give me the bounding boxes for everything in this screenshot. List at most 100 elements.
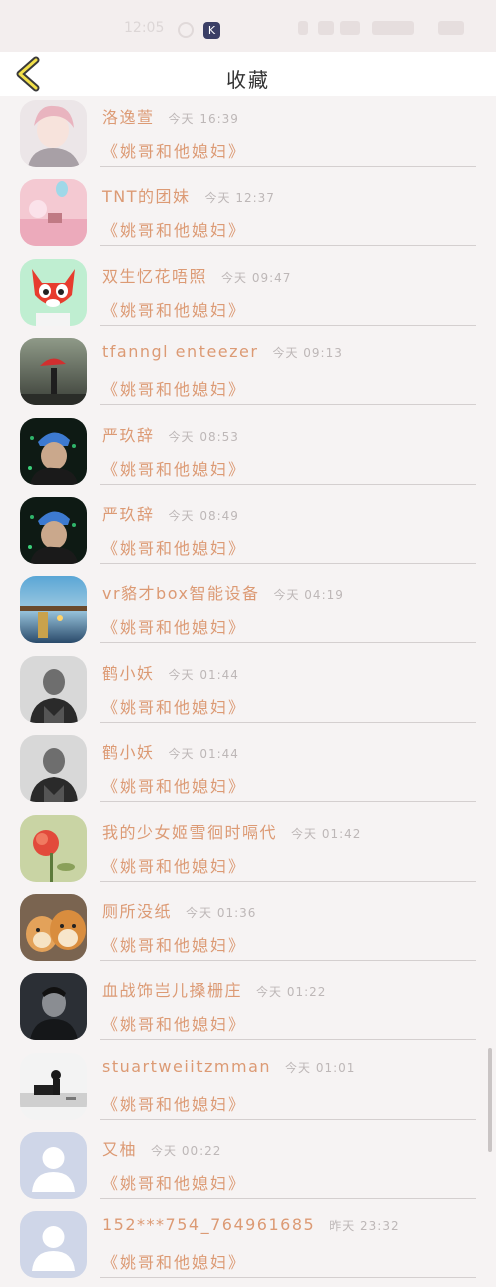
user-name-text: 152***754_764961685 (102, 1215, 316, 1235)
favorite-item[interactable]: vr貉才box智能设备 今天 04:19 《姚哥和他媳妇》 (0, 572, 496, 651)
user-name[interactable]: 严玖辞 今天 08:53 (102, 422, 239, 446)
favorite-title-link[interactable]: 《姚哥和他媳妇》 (102, 1011, 246, 1035)
system-status-icons (298, 21, 468, 37)
user-name-text: vr貉才box智能设备 (102, 584, 260, 604)
user-name[interactable]: 严玖辞 今天 08:49 (102, 501, 239, 525)
user-name[interactable]: tfanngl enteezer 今天 09:13 (102, 342, 343, 361)
favorite-title-link[interactable]: 《姚哥和他媳妇》 (102, 297, 246, 321)
favorite-item[interactable]: tfanngl enteezer 今天 09:13 《姚哥和他媳妇》 (0, 334, 496, 413)
user-avatar[interactable] (20, 1211, 87, 1279)
user-name-text: 鹤小妖 (102, 663, 155, 683)
user-name-text: 血战饰岂儿搡栅庄 (102, 981, 243, 1001)
notification-icon (178, 22, 194, 38)
user-name[interactable]: 血战饰岂儿搡栅庄 今天 01:22 (102, 977, 326, 1001)
alarm-icon (298, 21, 308, 35)
user-avatar[interactable] (20, 655, 87, 723)
user-name-text: TNT的团妹 (102, 187, 191, 207)
favorite-item[interactable]: 鹤小妖 今天 01:44 《姚哥和他媳妇》 (0, 652, 496, 731)
user-name-text: 又柚 (102, 1140, 138, 1160)
favorite-time: 今天 08:53 (168, 429, 239, 444)
page-title: 收藏 (226, 68, 270, 92)
favorite-time: 今天 09:47 (221, 270, 292, 285)
favorite-time: 今天 01:44 (168, 747, 239, 762)
favorite-item[interactable]: TNT的团妹 今天 12:37 《姚哥和他媳妇》 (0, 175, 496, 254)
favorite-title-link[interactable]: 《姚哥和他媳妇》 (102, 1170, 246, 1194)
user-avatar[interactable] (20, 735, 87, 803)
favorite-title-link[interactable]: 《姚哥和他媳妇》 (102, 694, 246, 718)
divider (100, 880, 476, 882)
divider (100, 166, 476, 167)
favorite-time: 今天 00:22 (151, 1144, 222, 1159)
favorite-item[interactable]: 严玖辞 今天 08:53 《姚哥和他媳妇》 (0, 414, 496, 493)
user-name[interactable]: 鹤小妖 今天 01:44 (102, 739, 239, 763)
scrollbar[interactable] (488, 1048, 492, 1152)
user-avatar[interactable] (20, 258, 87, 326)
divider (100, 959, 476, 961)
user-avatar[interactable] (20, 576, 87, 644)
favorite-time: 今天 01:44 (168, 667, 239, 682)
favorite-title-link[interactable]: 《姚哥和他媳妇》 (102, 932, 246, 956)
favorite-item[interactable]: 洛逸萱 今天 16:39 《姚哥和他媳妇》 (0, 96, 496, 175)
favorite-title-link[interactable]: 《姚哥和他媳妇》 (102, 138, 246, 162)
favorite-title-link[interactable]: 《姚哥和他媳妇》 (102, 1091, 246, 1115)
favorite-item[interactable]: 又柚 今天 00:22 《姚哥和他媳妇》 (0, 1128, 496, 1207)
user-avatar[interactable] (20, 100, 87, 167)
status-bar: 12:05 K (0, 0, 496, 52)
hd-icon (340, 21, 360, 35)
favorite-item[interactable]: 血战饰岂儿搡栅庄 今天 01:22 《姚哥和他媳妇》 (0, 969, 496, 1048)
favorite-time: 今天 09:13 (272, 346, 343, 361)
user-avatar[interactable] (20, 417, 87, 485)
user-name[interactable]: 152***754_764961685 昨天 23:32 (102, 1215, 400, 1234)
favorite-time: 今天 16:39 (168, 112, 239, 126)
favorite-time: 昨天 23:32 (329, 1219, 400, 1234)
favorite-title-link[interactable]: 《姚哥和他媳妇》 (102, 773, 246, 797)
user-name-text: 鹤小妖 (102, 743, 155, 763)
favorite-item[interactable]: 厕所没纸 今天 01:36 《姚哥和他媳妇》 (0, 890, 496, 969)
user-avatar[interactable] (20, 893, 87, 961)
favorite-title-link[interactable]: 《姚哥和他媳妇》 (102, 217, 246, 241)
divider (100, 483, 476, 485)
user-name[interactable]: stuartweiitzmman 今天 01:01 (102, 1057, 355, 1076)
favorite-item[interactable]: 双生忆花唔照 今天 09:47 《姚哥和他媳妇》 (0, 255, 496, 334)
favorite-item[interactable]: 严玖辞 今天 08:49 《姚哥和他媳妇》 (0, 493, 496, 572)
user-avatar[interactable] (20, 1052, 87, 1120)
user-avatar[interactable] (20, 814, 87, 882)
favorite-time: 今天 01:01 (285, 1060, 356, 1075)
header: 收藏 (0, 52, 496, 96)
user-name-text: 洛逸萱 (102, 108, 155, 127)
user-avatar[interactable] (20, 179, 87, 247)
user-name[interactable]: TNT的团妹 今天 12:37 (102, 183, 275, 207)
favorite-title-link[interactable]: 《姚哥和他媳妇》 (102, 535, 246, 559)
user-avatar[interactable] (20, 496, 87, 564)
favorite-item[interactable]: 鹤小妖 今天 01:44 《姚哥和他媳妇》 (0, 731, 496, 810)
favorite-title-link[interactable]: 《姚哥和他媳妇》 (102, 853, 246, 877)
user-name[interactable]: vr貉才box智能设备 今天 04:19 (102, 580, 344, 604)
divider (100, 245, 476, 247)
favorite-title-link[interactable]: 《姚哥和他媳妇》 (102, 614, 246, 638)
user-name[interactable]: 鹤小妖 今天 01:44 (102, 660, 239, 684)
divider (100, 1039, 476, 1041)
divider (100, 1277, 476, 1279)
user-name[interactable]: 厕所没纸 今天 01:36 (102, 898, 256, 922)
wifi-icon (318, 21, 334, 35)
favorite-time: 今天 01:42 (291, 826, 362, 841)
favorite-item[interactable]: 152***754_764961685 昨天 23:32 《姚哥和他媳妇》 (0, 1207, 496, 1286)
favorite-title-link[interactable]: 《姚哥和他媳妇》 (102, 376, 246, 400)
user-avatar[interactable] (20, 1132, 87, 1200)
user-avatar[interactable] (20, 338, 87, 406)
user-name-text: 严玖辞 (102, 504, 155, 524)
user-name[interactable]: 我的少女姬雪徊时嗝代 今天 01:42 (102, 819, 361, 843)
user-avatar[interactable] (20, 973, 87, 1041)
favorites-list: 洛逸萱 今天 16:39 《姚哥和他媳妇》 TNT的团妹 今天 12:37 《姚哥和他媳妇… (0, 96, 496, 1287)
user-name-text: tfanngl enteezer (102, 342, 259, 362)
favorite-title-link[interactable]: 《姚哥和他媳妇》 (102, 1249, 246, 1273)
user-name[interactable]: 双生忆花唔照 今天 09:47 (102, 263, 291, 287)
favorite-title-link[interactable]: 《姚哥和他媳妇》 (102, 456, 246, 480)
user-name[interactable]: 又柚 今天 00:22 (102, 1136, 221, 1160)
favorite-item[interactable]: stuartweiitzmman 今天 01:01 《姚哥和他媳妇》 (0, 1049, 496, 1128)
user-name-text: stuartweiitzmman (102, 1056, 272, 1076)
favorite-time: 今天 08:49 (168, 508, 239, 523)
user-name-text: 我的少女姬雪徊时嗝代 (102, 822, 278, 842)
user-name[interactable]: 洛逸萱 今天 16:39 (102, 104, 239, 128)
favorite-item[interactable]: 我的少女姬雪徊时嗝代 今天 01:42 《姚哥和他媳妇》 (0, 811, 496, 890)
